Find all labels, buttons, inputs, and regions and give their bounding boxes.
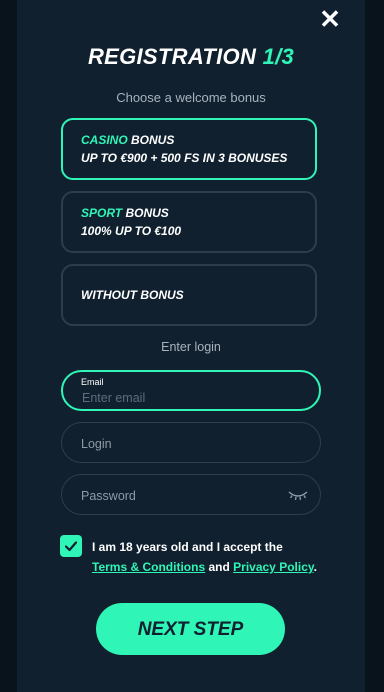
title-main: REGISTRATION <box>87 44 257 69</box>
consent-text: I am 18 years old and I accept the Terms… <box>92 537 340 577</box>
bonus-option-none[interactable]: WITHOUT BONUS <box>61 264 317 326</box>
consent-end: . <box>313 560 317 574</box>
title-step: 1/3 <box>262 44 295 69</box>
bonus-tag: SPORT <box>81 206 123 220</box>
registration-modal: ✕ REGISTRATION 1/3 Choose a welcome bonu… <box>17 0 365 692</box>
privacy-link[interactable]: Privacy Policy <box>233 560 314 574</box>
bonus-option-sport[interactable]: SPORT BONUS 100% UP TO €100 <box>61 191 317 253</box>
password-field[interactable] <box>61 474 321 516</box>
terms-link[interactable]: Terms & Conditions <box>92 560 205 574</box>
bonus-title: WITHOUT BONUS <box>81 288 184 302</box>
page-title: REGISTRATION 1/3 <box>17 44 365 70</box>
bonus-option-heading: SPORT BONUS <box>81 204 297 222</box>
consent-and: and <box>208 560 230 574</box>
email-label: Email <box>81 377 104 387</box>
bonus-description: UP TO €900 + 500 FS IN 3 BONUSES <box>81 151 288 165</box>
consent-checkbox[interactable] <box>60 535 82 557</box>
close-icon[interactable]: ✕ <box>319 6 341 32</box>
bonus-option-heading: CASINO BONUS <box>81 131 297 149</box>
password-input[interactable] <box>79 475 280 516</box>
login-input[interactable] <box>79 423 280 464</box>
bonus-tag: CASINO <box>81 133 128 147</box>
next-step-button[interactable]: NEXT STEP <box>96 603 285 655</box>
bonus-option-casino[interactable]: CASINO BONUS UP TO €900 + 500 FS IN 3 BO… <box>61 118 317 180</box>
email-input[interactable] <box>80 389 279 407</box>
bonus-subtitle: Choose a welcome bonus <box>116 90 266 105</box>
bonus-title: BONUS <box>125 206 169 220</box>
email-field[interactable]: Email <box>61 370 321 411</box>
bonus-title: BONUS <box>131 133 175 147</box>
checkmark-icon <box>64 541 78 552</box>
consent-statement: I am 18 years old and I accept the <box>92 540 283 554</box>
bonus-description: 100% UP TO €100 <box>81 224 182 238</box>
login-section-label: Enter login <box>161 340 221 354</box>
login-field[interactable] <box>61 422 321 464</box>
eye-closed-icon[interactable] <box>288 489 308 501</box>
